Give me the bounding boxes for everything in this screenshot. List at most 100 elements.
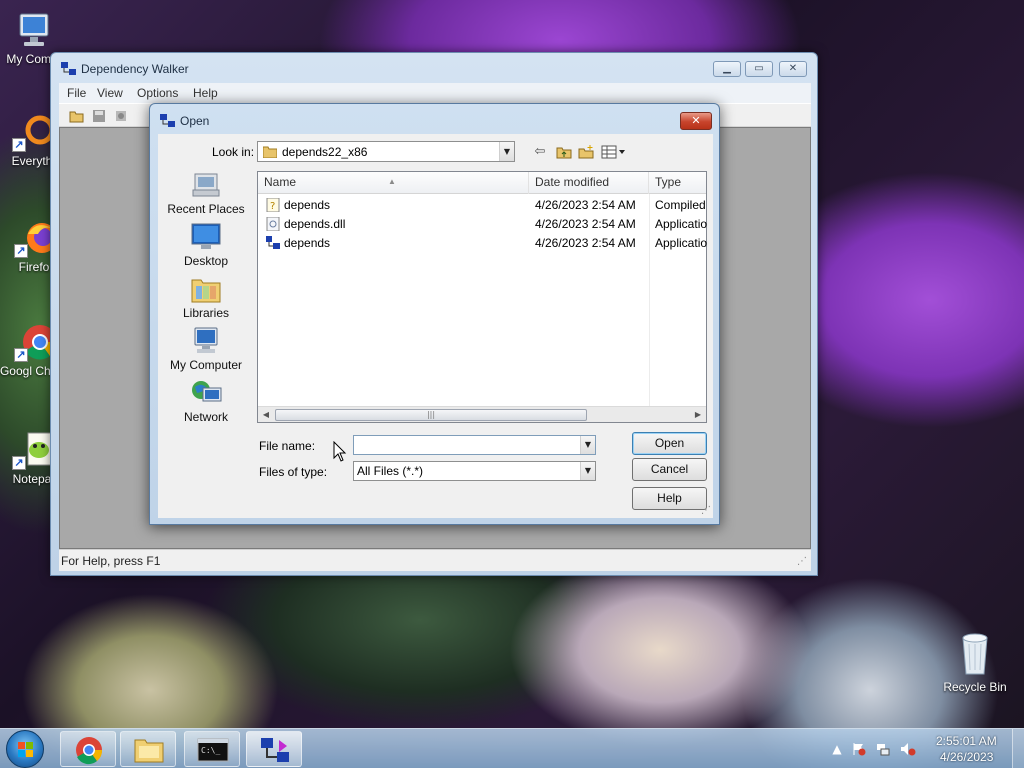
- title-bar[interactable]: Dependency Walker ▁ ▭ ✕: [51, 53, 817, 83]
- file-row[interactable]: depends 4/26/2023 2:54 AM Applicatio: [258, 234, 707, 253]
- taskbar-explorer-button[interactable]: [120, 731, 176, 767]
- files-of-type-dropdown[interactable]: All Files (*.*) ▼: [353, 461, 596, 481]
- show-hidden-icons-button[interactable]: ▲: [830, 742, 844, 756]
- file-type: Compiled: [655, 198, 706, 212]
- look-in-value: depends22_x86: [282, 145, 368, 159]
- menu-help[interactable]: Help: [193, 86, 218, 100]
- menu-bar: File View Options Help: [59, 83, 811, 103]
- desktop-icon-label: Recycle Bin: [943, 680, 1007, 694]
- dialog-close-button[interactable]: ✕: [680, 112, 712, 130]
- menu-view[interactable]: View: [97, 86, 123, 100]
- file-date: 4/26/2023 2:54 AM: [535, 236, 636, 250]
- file-type: Applicatio: [655, 217, 707, 231]
- cancel-button[interactable]: Cancel: [632, 458, 707, 481]
- action-center-flag-icon[interactable]: [852, 742, 866, 756]
- desktop-icon: [189, 222, 223, 252]
- properties-icon: [116, 111, 126, 121]
- menu-file[interactable]: File: [67, 86, 86, 100]
- horizontal-scrollbar[interactable]: ◀ ||| ▶: [258, 406, 706, 422]
- close-button[interactable]: ✕: [779, 61, 807, 77]
- volume-muted-icon[interactable]: [900, 742, 916, 756]
- chevron-down-icon[interactable]: ▼: [580, 436, 595, 454]
- desktop-icon-recycle-bin[interactable]: Recycle Bin: [937, 630, 1013, 694]
- place-label: Libraries: [182, 306, 230, 320]
- clock-date[interactable]: 4/26/2023: [940, 750, 993, 764]
- new-folder-button[interactable]: [576, 143, 596, 161]
- notepad-plus-icon: ↗: [10, 430, 54, 470]
- place-label: Recent Places: [167, 202, 245, 216]
- status-text: For Help, press F1: [61, 554, 161, 568]
- file-explorer-icon: [134, 739, 164, 763]
- open-dialog: Open ✕ Look in: depends22_x86 ▼ ⇦ Recent…: [149, 103, 720, 525]
- taskbar-chrome-button[interactable]: [60, 731, 116, 767]
- file-name: depends.dll: [284, 217, 346, 231]
- up-one-level-button[interactable]: [554, 143, 574, 161]
- svg-text:C:\_: C:\_: [201, 746, 220, 755]
- view-menu-button[interactable]: [600, 143, 628, 161]
- open-button[interactable]: Open: [632, 432, 707, 455]
- place-libraries[interactable]: Libraries: [158, 274, 254, 320]
- network-icon: [189, 378, 223, 408]
- file-date: 4/26/2023 2:54 AM: [535, 198, 636, 212]
- dependency-walker-app-icon: [160, 114, 176, 128]
- toolbar-save-button[interactable]: [89, 107, 109, 125]
- app-exe-icon: [266, 236, 280, 249]
- place-label: My Computer: [169, 358, 243, 372]
- computer-icon: [189, 326, 223, 356]
- close-icon: ✕: [691, 114, 701, 127]
- toolbar-properties-button[interactable]: [111, 107, 131, 125]
- column-header-name[interactable]: Name ▲: [258, 172, 529, 194]
- column-header-type[interactable]: Type: [649, 172, 706, 194]
- help-button[interactable]: Help: [632, 487, 707, 510]
- size-grip-icon[interactable]: ⋰: [701, 505, 711, 516]
- taskbar-dependency-walker-button[interactable]: [246, 731, 302, 767]
- start-button[interactable]: [6, 730, 44, 768]
- computer-icon: [10, 10, 54, 50]
- maximize-button[interactable]: ▭: [745, 61, 773, 77]
- place-network[interactable]: Network: [158, 378, 254, 424]
- recent-places-icon: [189, 170, 223, 200]
- window-title: Dependency Walker: [81, 62, 189, 76]
- file-name: depends: [284, 236, 331, 250]
- clock-time[interactable]: 2:55:01 AM: [936, 734, 997, 748]
- column-header-date-modified[interactable]: Date modified: [529, 172, 649, 194]
- file-row[interactable]: ? depends 4/26/2023 2:54 AM Compiled: [258, 196, 706, 215]
- status-bar: For Help, press F1 ⋰: [59, 549, 811, 571]
- network-status-icon[interactable]: [876, 742, 890, 756]
- minimize-button[interactable]: ▁: [713, 61, 741, 77]
- place-desktop[interactable]: Desktop: [158, 222, 254, 268]
- look-in-dropdown[interactable]: depends22_x86 ▼: [257, 141, 515, 162]
- chevron-down-icon[interactable]: ▼: [499, 142, 514, 161]
- minimize-icon: ▁: [723, 63, 731, 74]
- file-list[interactable]: Name ▲ Date modified Type ? depends 4/26…: [257, 171, 707, 423]
- toolbar-open-button[interactable]: [67, 107, 87, 125]
- svg-text:?: ?: [270, 201, 275, 212]
- file-name: depends: [284, 198, 331, 212]
- file-name-input[interactable]: ▼: [353, 435, 596, 455]
- shortcut-arrow-icon: ↗: [12, 456, 26, 470]
- chevron-down-icon[interactable]: ▼: [580, 462, 595, 480]
- place-my-computer[interactable]: My Computer: [158, 326, 254, 372]
- dependency-walker-app-icon: [61, 62, 77, 76]
- show-desktop-button[interactable]: [1012, 729, 1024, 768]
- scrollbar-thumb[interactable]: |||: [275, 409, 587, 421]
- libraries-icon: [189, 274, 223, 304]
- scroll-right-icon[interactable]: ▶: [690, 407, 706, 423]
- column-divider: [649, 194, 650, 406]
- file-row[interactable]: depends.dll 4/26/2023 2:54 AM Applicatio: [258, 215, 707, 234]
- file-name-label: File name:: [259, 439, 316, 453]
- file-list-header: Name ▲ Date modified Type: [258, 172, 706, 194]
- back-button[interactable]: ⇦: [530, 143, 550, 161]
- shortcut-arrow-icon: ↗: [12, 138, 26, 152]
- size-grip-icon[interactable]: ⋰: [797, 556, 807, 567]
- maximize-icon: ▭: [754, 63, 764, 74]
- taskbar-cmd-button[interactable]: C:\_: [184, 731, 240, 767]
- mouse-cursor-icon: [333, 441, 347, 462]
- save-icon: [93, 110, 105, 122]
- scroll-left-icon[interactable]: ◀: [258, 407, 274, 423]
- files-of-type-value: All Files (*.*): [357, 464, 424, 478]
- command-prompt-icon: C:\_: [197, 738, 229, 762]
- menu-options[interactable]: Options: [137, 86, 178, 100]
- place-recent-places[interactable]: Recent Places: [158, 170, 254, 216]
- new-folder-icon: [578, 145, 594, 159]
